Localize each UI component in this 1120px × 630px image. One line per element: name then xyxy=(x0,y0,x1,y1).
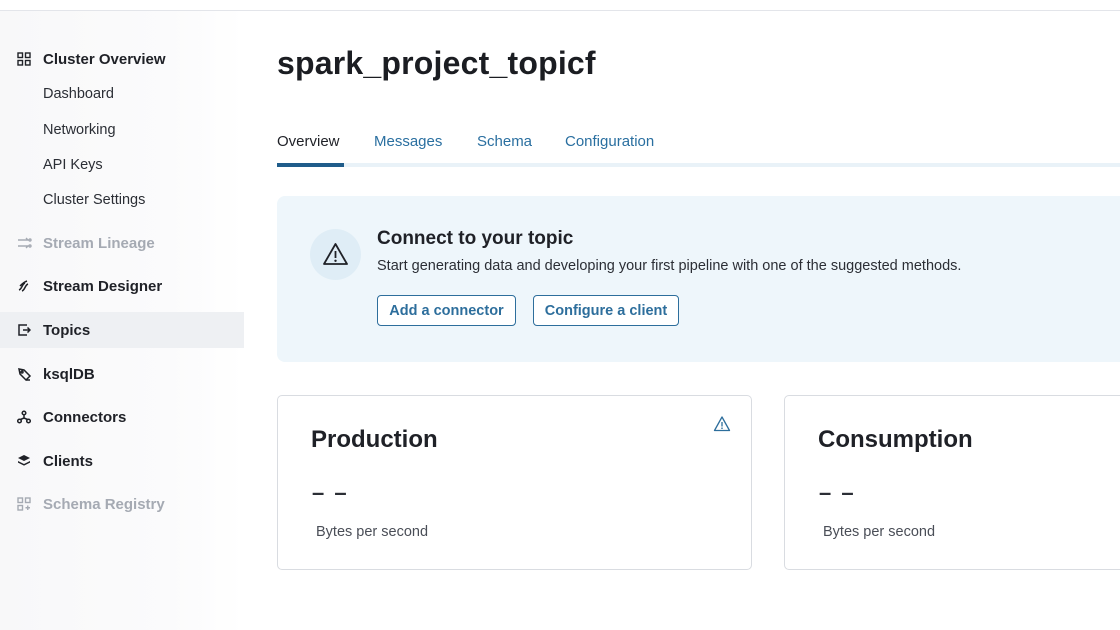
sidebar-item-connectors[interactable]: Connectors xyxy=(0,399,244,435)
add-connector-button[interactable]: Add a connector xyxy=(377,295,516,326)
sidebar-item-stream-lineage[interactable]: Stream Lineage xyxy=(0,225,244,261)
warning-icon xyxy=(310,229,361,280)
tab-bar: Overview Messages Schema Configuration xyxy=(277,129,1120,167)
warning-icon[interactable] xyxy=(713,415,731,433)
page-title: spark_project_topicf xyxy=(277,45,596,81)
sidebar-item-label: Stream Designer xyxy=(43,277,163,295)
production-card: Production – – Bytes per second xyxy=(277,395,752,570)
sidebar-item-label: Connectors xyxy=(43,408,127,426)
stream-designer-icon xyxy=(17,279,31,293)
sidebar-item-topics[interactable]: Topics xyxy=(0,312,244,348)
configure-client-button[interactable]: Configure a client xyxy=(533,295,679,326)
sidebar-item-label: ksqlDB xyxy=(43,365,95,383)
card-title: Production xyxy=(311,426,438,453)
sidebar-item-stream-designer[interactable]: Stream Designer xyxy=(0,268,244,304)
tab-configuration[interactable]: Configuration xyxy=(565,133,654,150)
tab-schema[interactable]: Schema xyxy=(477,133,532,150)
banner-text: Start generating data and developing you… xyxy=(377,258,962,274)
active-tab-indicator xyxy=(277,163,344,167)
lineage-icon xyxy=(17,236,32,250)
sidebar-item-api-keys[interactable]: API Keys xyxy=(43,157,103,173)
sidebar: Cluster Overview Dashboard Networking AP… xyxy=(0,11,244,630)
topics-icon xyxy=(17,323,32,337)
sidebar-item-label: Cluster Overview xyxy=(43,50,166,68)
sidebar-item-cluster-overview[interactable]: Cluster Overview xyxy=(0,41,244,77)
sidebar-item-label: Stream Lineage xyxy=(43,234,155,252)
ksqldb-icon xyxy=(17,367,32,382)
sidebar-item-clients[interactable]: Clients xyxy=(0,443,244,479)
sidebar-item-cluster-settings[interactable]: Cluster Settings xyxy=(43,192,145,208)
sidebar-item-dashboard[interactable]: Dashboard xyxy=(43,86,114,102)
card-unit: Bytes per second xyxy=(823,524,936,540)
sidebar-item-label: Clients xyxy=(43,452,94,470)
consumption-card: Consumption – – Bytes per second xyxy=(784,395,1120,570)
layers-icon xyxy=(17,454,31,468)
sidebar-item-schema-registry[interactable]: Schema Registry xyxy=(0,486,244,522)
main-content: spark_project_topicf Overview Messages S… xyxy=(244,11,1120,630)
grid-icon xyxy=(17,52,31,66)
sidebar-item-label: Schema Registry xyxy=(43,495,165,513)
top-bar xyxy=(0,0,1120,11)
tab-messages[interactable]: Messages xyxy=(374,133,442,150)
banner-title: Connect to your topic xyxy=(377,228,574,249)
card-value: – – xyxy=(819,480,856,505)
card-unit: Bytes per second xyxy=(316,524,429,540)
sidebar-item-ksqldb[interactable]: ksqlDB xyxy=(0,356,244,392)
tab-overview[interactable]: Overview xyxy=(277,133,340,150)
sidebar-item-networking[interactable]: Networking xyxy=(43,122,116,138)
card-value: – – xyxy=(312,480,349,505)
connect-banner: Connect to your topic Start generating d… xyxy=(277,196,1120,362)
card-title: Consumption xyxy=(818,426,973,453)
connectors-icon xyxy=(16,410,32,424)
schema-registry-icon xyxy=(17,497,31,511)
sidebar-item-label: Topics xyxy=(43,321,91,339)
